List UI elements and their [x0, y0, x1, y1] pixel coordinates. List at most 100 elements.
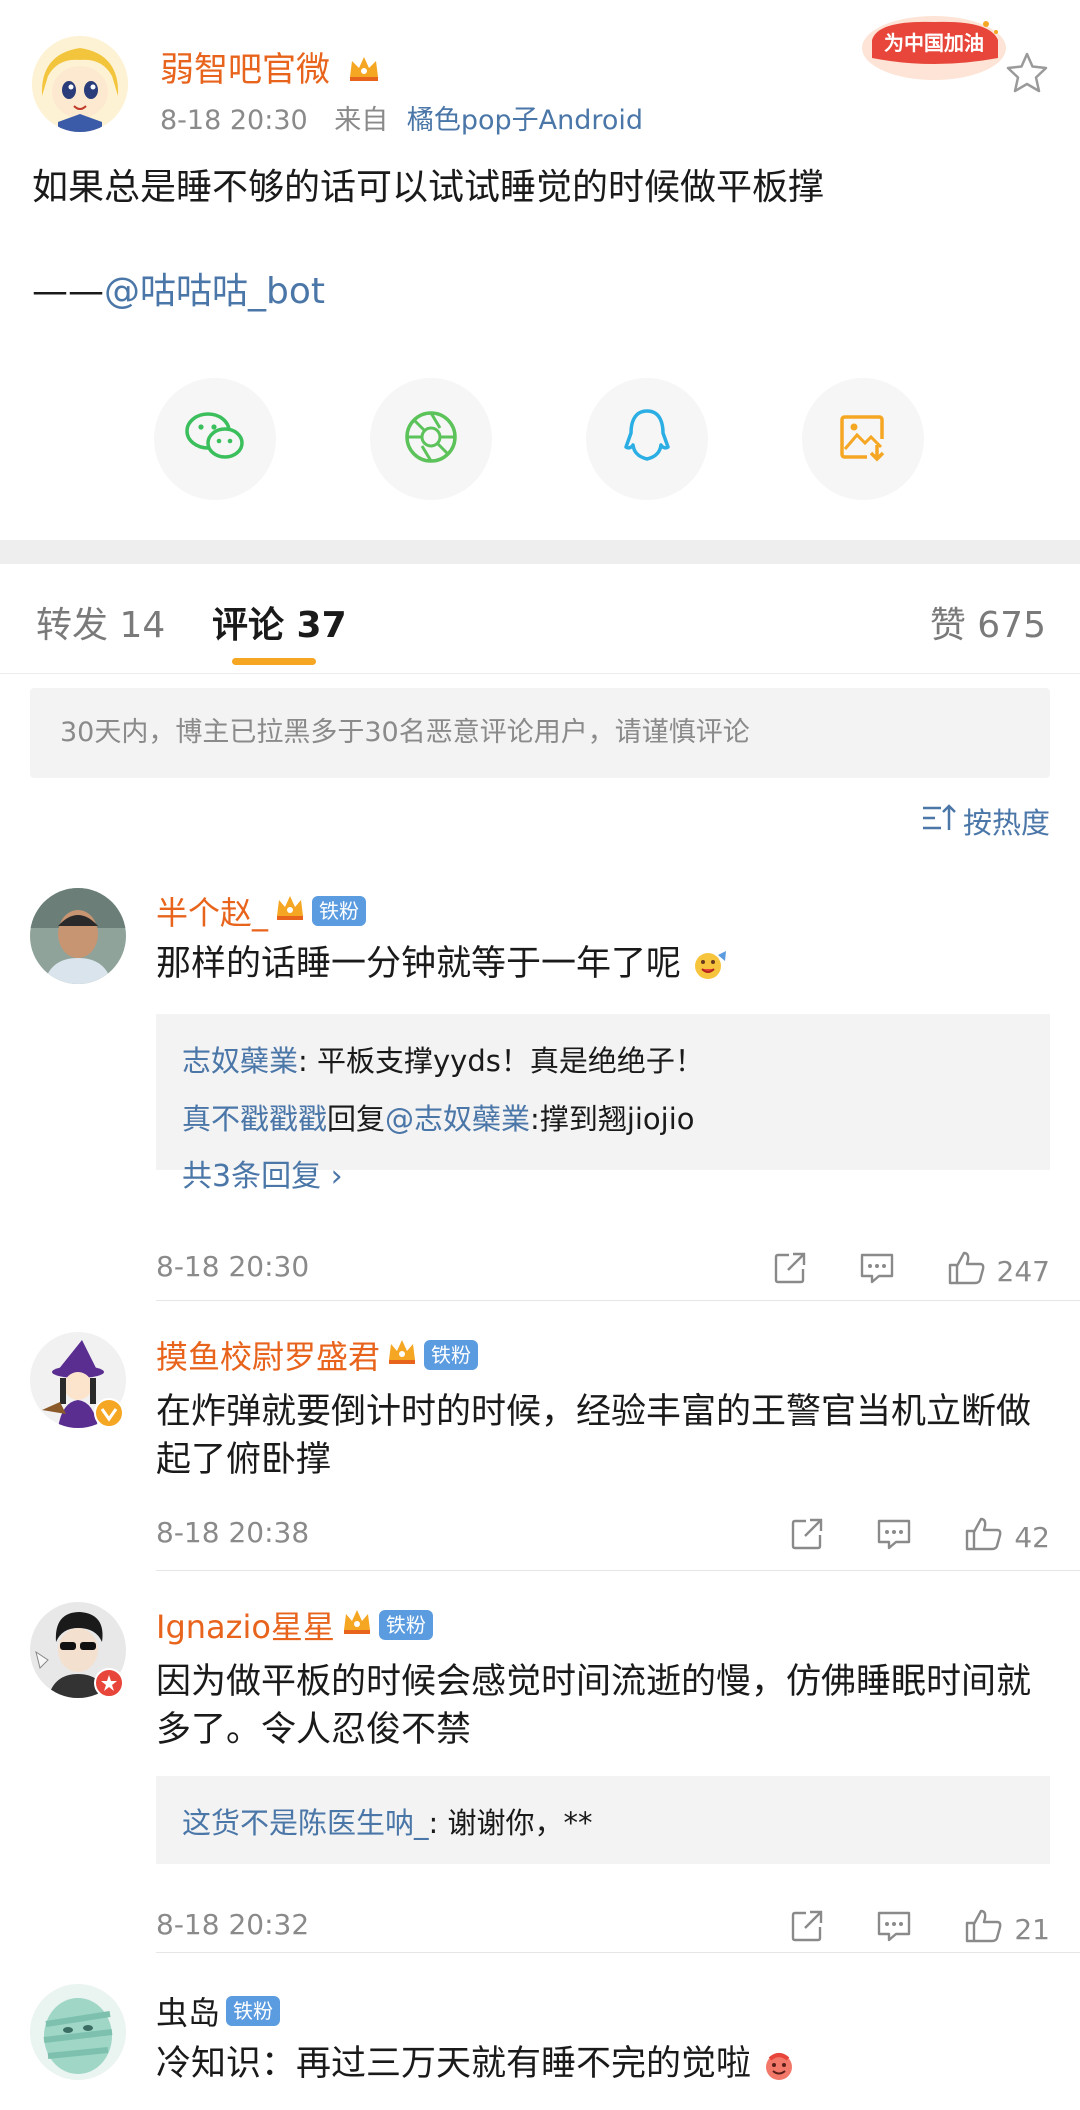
comment-text-content: 那样的话睡一分钟就等于一年了呢	[156, 944, 682, 984]
crown-icon	[274, 892, 306, 930]
iron-fan-badge: 铁粉	[226, 1996, 281, 2026]
thumbs-up-icon	[964, 1516, 1004, 1559]
section-divider	[0, 540, 1080, 564]
post-from-label: 来自	[334, 105, 389, 136]
reply-comment-button[interactable]	[876, 1909, 912, 1950]
reply-comment-button[interactable]	[859, 1251, 895, 1292]
reply-preview[interactable]: 志奴蘗業: 平板支撑yyds！真是绝绝子！ 真不戳戳戳回复@志奴蘗業:撑到翘ji…	[156, 1014, 1050, 1194]
reply-text: : 谢谢你，**	[428, 1806, 593, 1840]
commenter-avatar[interactable]	[30, 888, 126, 984]
thumbs-up-icon	[947, 1250, 987, 1293]
comment-notice: 30天内，博主已拉黑多于30名恶意评论用户，请谨慎评论	[30, 688, 1050, 778]
post-tabs: 转发 14 评论 37 赞 675	[0, 564, 1080, 674]
author-name[interactable]: 弱智吧官微	[160, 42, 381, 92]
comment-text: 因为做平板的时候会感觉时间流逝的慢，仿佛睡眠时间就多了。令人忍俊不禁	[156, 1662, 1032, 1750]
commenter-name-text[interactable]: 摸鱼校尉罗盛君	[156, 1332, 380, 1378]
sort-icon	[921, 802, 957, 841]
save-image-button[interactable]	[802, 378, 924, 500]
like-count: 42	[1014, 1521, 1050, 1554]
reply-item[interactable]: 这货不是陈医生呐_: 谢谢你，**	[182, 1794, 1024, 1852]
comment-actions: 247	[721, 1250, 1050, 1293]
tab-comments[interactable]: 评论 37	[212, 596, 347, 648]
comment-time: 8-18 20:38	[156, 1516, 310, 1549]
share-icon	[790, 1909, 824, 1950]
tab-repost[interactable]: 转发 14	[36, 596, 165, 648]
comment-actions: 21	[738, 1908, 1050, 1951]
commenter-name[interactable]: 半个赵_ 铁粉	[156, 888, 367, 934]
comment-time: 8-18 20:30	[156, 1250, 310, 1283]
tab-likes[interactable]: 赞 675	[930, 596, 1046, 648]
like-comment-button[interactable]: 247	[947, 1250, 1050, 1293]
active-tab-indicator	[232, 658, 316, 665]
crown-icon	[386, 1336, 418, 1374]
favorite-star-icon[interactable]	[1004, 50, 1050, 96]
commenter-avatar[interactable]	[30, 1984, 126, 2080]
share-icon	[790, 1517, 824, 1558]
comment-time: 8-18 20:32	[156, 1908, 310, 1941]
weibo-post: 弱智吧官微 8-18 20:30 来自 橘色pop子Android 为中国加油 …	[0, 0, 1080, 540]
reply-mention[interactable]: @志奴蘗業	[385, 1102, 530, 1136]
like-count: 247	[996, 1255, 1050, 1288]
crown-icon	[341, 1606, 373, 1644]
share-comment-button[interactable]	[773, 1251, 807, 1292]
comment-bubble-icon	[859, 1251, 895, 1292]
iron-fan-badge: 铁粉	[312, 896, 367, 926]
promo-text: 为中国加油	[884, 31, 984, 55]
post-time: 8-18 20:30	[160, 105, 308, 136]
comment-footer: 8-18 20:32 21	[156, 1908, 1050, 1948]
share-comment-button[interactable]	[790, 1517, 824, 1558]
reply-user[interactable]: 这货不是陈医生呐_	[182, 1806, 429, 1840]
like-comment-button[interactable]: 21	[964, 1908, 1050, 1951]
comment-text: 在炸弹就要倒计时的时候，经验丰富的王警官当机立断做起了俯卧撑	[156, 1392, 1032, 1480]
author-name-text[interactable]: 弱智吧官微	[160, 50, 330, 90]
reply-preview[interactable]: 这货不是陈医生呐_: 谢谢你，**	[156, 1776, 1050, 1864]
commenter-name[interactable]: Ignazio星星 铁粉	[156, 1602, 433, 1648]
share-moments-button[interactable]	[370, 378, 492, 500]
reply-item[interactable]: 志奴蘗業: 平板支撑yyds！真是绝绝子！	[182, 1032, 1024, 1090]
reply-text: : 平板支撑yyds！真是绝绝子！	[298, 1044, 704, 1078]
commenter-name[interactable]: 虫岛 铁粉	[156, 1988, 281, 2034]
qq-icon	[621, 407, 673, 471]
reply-item[interactable]: 真不戳戳戳回复@志奴蘗業:撑到翘jiojio	[182, 1090, 1024, 1148]
sort-by-heat-button[interactable]: 按热度	[921, 800, 1050, 842]
comment-text-content: 冷知识：再过三万天就有睡不完的觉啦	[156, 2044, 752, 2084]
view-more-replies[interactable]: 共3条回复 ›	[182, 1148, 1024, 1206]
iron-fan-badge: 铁粉	[424, 1340, 479, 1370]
crown-icon	[347, 52, 381, 92]
comment-text: 冷知识：再过三万天就有睡不完的觉啦	[156, 2040, 1046, 2088]
wechat-icon	[183, 409, 247, 469]
post-meta: 8-18 20:30 来自 橘色pop子Android	[160, 98, 643, 137]
sort-label: 按热度	[962, 806, 1050, 840]
share-row	[0, 378, 1080, 502]
share-wechat-button[interactable]	[154, 378, 276, 500]
commenter-name-text[interactable]: 虫岛	[156, 1988, 220, 2034]
verified-badge-icon	[94, 1668, 124, 1698]
comment-divider	[156, 1952, 1080, 1953]
commenter-name-text[interactable]: 半个赵_	[156, 888, 268, 934]
post-credit: ——@咕咕咕_bot	[32, 262, 325, 314]
like-comment-button[interactable]: 42	[964, 1516, 1050, 1559]
reply-user[interactable]: 志奴蘗業	[182, 1044, 298, 1078]
thumbs-up-icon	[964, 1908, 1004, 1951]
post-body: 如果总是睡不够的话可以试试睡觉的时候做平板撑	[32, 167, 825, 208]
comment-divider	[156, 1300, 1080, 1301]
comment-bubble-icon	[876, 1517, 912, 1558]
comment-text: 那样的话睡一分钟就等于一年了呢	[156, 940, 1046, 988]
comment-actions: 42	[738, 1516, 1050, 1559]
promo-badge[interactable]: 为中国加油	[858, 10, 1010, 84]
post-source[interactable]: 橘色pop子Android	[407, 105, 643, 136]
share-qq-button[interactable]	[586, 378, 708, 500]
comment-bubble-icon	[876, 1909, 912, 1950]
like-count: 21	[1014, 1913, 1050, 1946]
commenter-name-text[interactable]: Ignazio星星	[156, 1602, 335, 1648]
chevron-right-icon: ›	[330, 1159, 343, 1194]
credit-mention-link[interactable]: @咕咕咕_bot	[104, 271, 325, 312]
reply-comment-button[interactable]	[876, 1517, 912, 1558]
share-comment-button[interactable]	[790, 1909, 824, 1950]
author-avatar[interactable]	[32, 36, 128, 132]
save-image-icon	[837, 411, 889, 467]
reply-user[interactable]: 真不戳戳戳	[182, 1102, 327, 1136]
emoji-cake-icon	[762, 2044, 796, 2084]
emoji-cheer-icon	[692, 944, 728, 984]
commenter-name[interactable]: 摸鱼校尉罗盛君 铁粉	[156, 1332, 479, 1378]
